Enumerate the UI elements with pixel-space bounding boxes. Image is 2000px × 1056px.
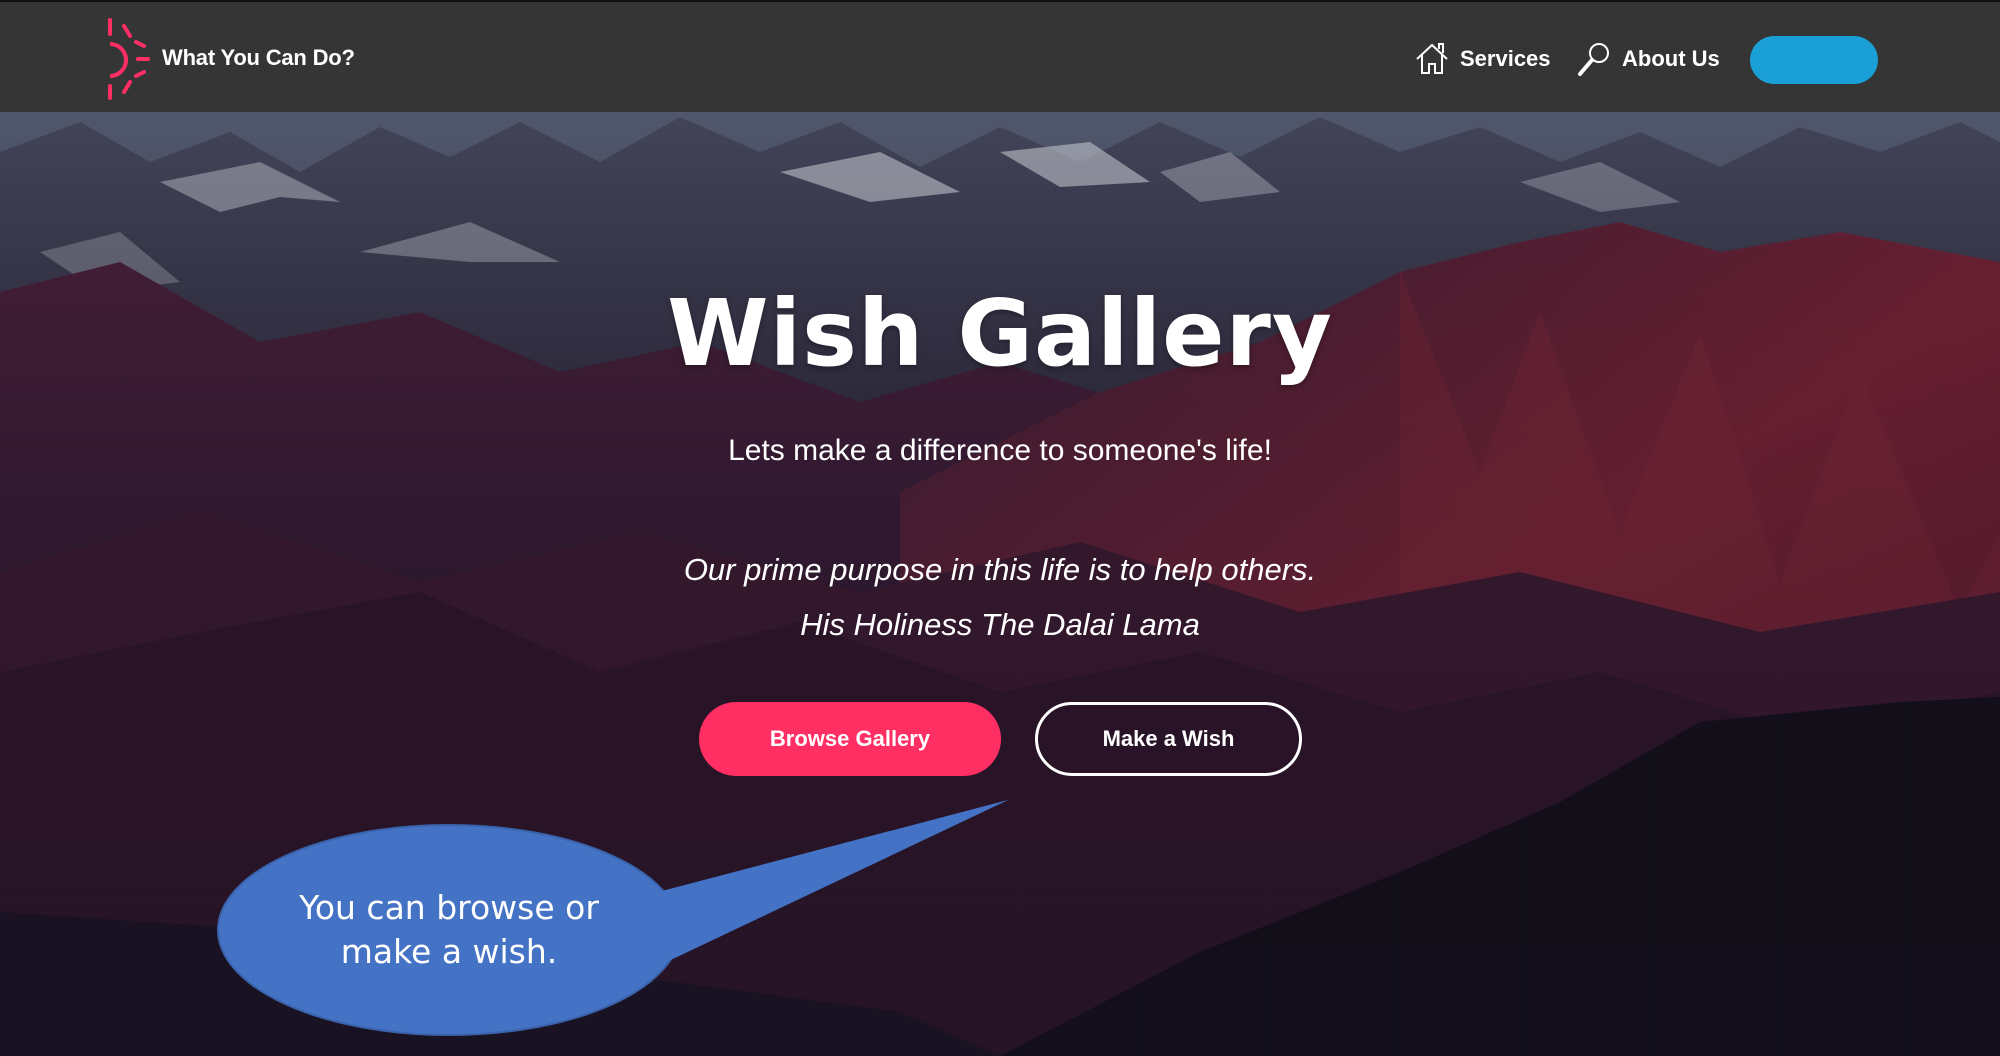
nav-services-label: Services — [1460, 46, 1551, 71]
header-cta-button[interactable] — [1750, 36, 1878, 84]
sun-icon — [108, 18, 150, 100]
magnifier-icon — [1578, 43, 1609, 76]
callout-text: You can browse or make a wish. — [218, 886, 680, 974]
hero-title: Wish Gallery — [667, 280, 1333, 387]
nav-about-label: About Us — [1622, 46, 1720, 71]
brand-name: What You Can Do? — [162, 45, 355, 70]
hero-quote: Our prime purpose in this life is to hel… — [0, 542, 2000, 652]
top-navbar: What You Can Do? Services About Us — [0, 0, 2000, 112]
quote-text: Our prime purpose in this life is to hel… — [683, 552, 1317, 587]
hero-subtitle: Lets make a difference to someone's life… — [728, 434, 1272, 467]
callout-line-2: make a wish. — [340, 932, 558, 971]
nav-about-link[interactable]: About Us — [1574, 38, 1720, 80]
callout-line-1: You can browse or — [299, 888, 599, 927]
brand-logo-link[interactable]: What You Can Do? — [104, 16, 355, 100]
make-a-wish-button[interactable]: Make a Wish — [1035, 702, 1302, 776]
nav-services-link[interactable]: Services — [1412, 38, 1551, 80]
quote-author: His Holiness The Dalai Lama — [800, 607, 1200, 642]
home-icon — [1416, 43, 1448, 74]
browse-gallery-button[interactable]: Browse Gallery — [699, 702, 1001, 776]
